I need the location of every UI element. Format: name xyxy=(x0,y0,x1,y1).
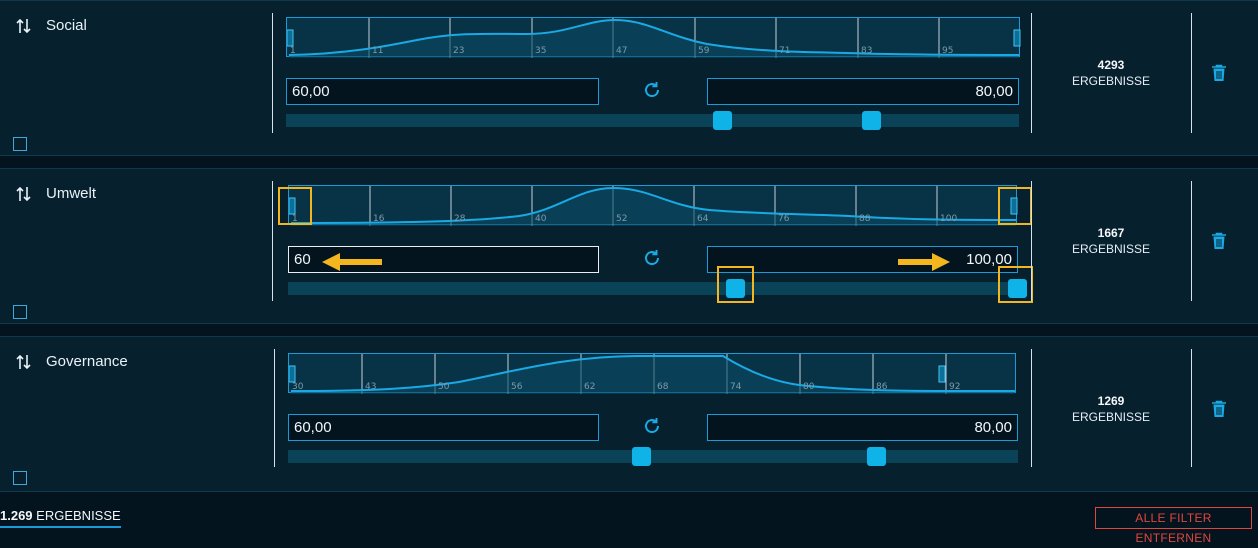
tick-label: 95 xyxy=(942,46,954,56)
tick-label: 74 xyxy=(730,382,742,392)
range-slider-max-handle[interactable] xyxy=(867,447,886,466)
histogram: 1 11 23 35 47 59 71 83 95 xyxy=(286,17,1021,58)
filter-row-umwelt: Umwelt 1 16 28 40 52 64 76 88 100 60 100… xyxy=(0,168,1258,324)
total-count-number: 1.269 xyxy=(0,508,33,523)
filter-title: Umwelt xyxy=(46,185,97,202)
histogram: 30 43 50 56 62 68 74 80 86 92 xyxy=(288,353,1016,394)
reset-icon[interactable] xyxy=(639,245,665,271)
divider xyxy=(1031,349,1032,467)
histogram: 1 16 28 40 52 64 76 88 100 xyxy=(288,185,1018,226)
range-slider-track[interactable] xyxy=(288,447,1018,466)
tick-label: 83 xyxy=(861,46,873,56)
range-slider-min-handle[interactable] xyxy=(632,447,651,466)
tick-label: 62 xyxy=(584,382,596,392)
filter-title: Governance xyxy=(46,353,128,370)
filter-row-governance: Governance 30 43 50 56 62 68 74 80 86 92… xyxy=(0,336,1258,492)
sort-icon[interactable] xyxy=(14,185,34,203)
divider xyxy=(1031,13,1032,133)
range-slider-max-handle[interactable] xyxy=(862,111,881,130)
divider xyxy=(1191,13,1192,133)
tick-label: 80 xyxy=(803,382,815,392)
total-result-count: 1.269 ERGEBNISSE xyxy=(0,508,121,528)
tick-label: 11 xyxy=(372,46,384,56)
tick-label: 71 xyxy=(779,46,791,56)
result-count-label: ERGEBNISSE xyxy=(1071,242,1151,256)
result-count: 4293 ERGEBNISSE xyxy=(1055,58,1167,88)
tick-label: 100 xyxy=(940,214,958,224)
result-count-number: 1269 xyxy=(1097,394,1125,408)
filter-checkbox[interactable] xyxy=(13,471,27,485)
arrow-left-icon xyxy=(322,253,382,271)
tick-label: 88 xyxy=(859,214,871,224)
tick-label: 28 xyxy=(454,214,466,224)
highlight-box xyxy=(717,266,754,303)
clear-all-filters-button[interactable]: ALLE FILTER ENTFERNEN xyxy=(1095,507,1252,545)
reset-icon[interactable] xyxy=(639,413,665,439)
min-value-input[interactable]: 60,00 xyxy=(288,414,599,441)
filter-title: Social xyxy=(46,17,87,34)
highlight-box xyxy=(278,187,312,225)
divider xyxy=(1191,181,1192,301)
min-value-input[interactable]: 60,00 xyxy=(286,78,599,105)
tick-label: 52 xyxy=(616,214,628,224)
tick-label: 56 xyxy=(511,382,523,392)
max-value-input[interactable]: 80,00 xyxy=(707,414,1018,441)
divider xyxy=(272,181,273,301)
divider xyxy=(1191,349,1192,467)
result-count: 1667 ERGEBNISSE xyxy=(1055,226,1167,256)
filter-checkbox[interactable] xyxy=(13,137,27,151)
filter-row-social: Social 1 11 23 35 47 59 71 83 95 60,00 8… xyxy=(0,0,1258,156)
result-count-label: ERGEBNISSE xyxy=(1071,74,1151,88)
range-slider-min-handle[interactable] xyxy=(713,111,732,130)
highlight-box xyxy=(998,266,1033,303)
tick-label: 1 xyxy=(290,46,296,56)
tick-label: 23 xyxy=(453,46,465,56)
tick-label: 92 xyxy=(949,382,961,392)
sort-icon[interactable] xyxy=(14,353,34,371)
tick-label: 50 xyxy=(438,382,450,392)
divider xyxy=(274,349,275,467)
sort-icon[interactable] xyxy=(14,17,34,35)
tick-label: 47 xyxy=(616,46,628,56)
tick-label: 76 xyxy=(778,214,790,224)
result-count-label: ERGEBNISSE xyxy=(1071,410,1151,424)
filter-checkbox[interactable] xyxy=(13,305,27,319)
trash-icon[interactable] xyxy=(1211,400,1227,418)
trash-icon[interactable] xyxy=(1211,64,1227,82)
result-count: 1269 ERGEBNISSE xyxy=(1055,394,1167,424)
divider xyxy=(1031,181,1032,301)
highlight-box xyxy=(998,187,1032,225)
result-count-number: 4293 xyxy=(1097,58,1125,72)
trash-icon[interactable] xyxy=(1211,232,1227,250)
tick-label: 86 xyxy=(876,382,888,392)
max-value-input[interactable]: 80,00 xyxy=(707,78,1019,105)
tick-label: 30 xyxy=(292,382,304,392)
tick-label: 64 xyxy=(697,214,709,224)
reset-icon[interactable] xyxy=(639,77,665,103)
tick-label: 35 xyxy=(535,46,547,56)
divider xyxy=(272,13,273,133)
tick-label: 59 xyxy=(698,46,710,56)
range-slider-track[interactable] xyxy=(286,111,1019,130)
range-slider-track[interactable] xyxy=(288,279,1027,298)
tick-label: 40 xyxy=(535,214,547,224)
tick-label: 16 xyxy=(373,214,385,224)
tick-label: 68 xyxy=(657,382,669,392)
result-count-number: 1667 xyxy=(1097,226,1125,240)
arrow-right-icon xyxy=(898,253,950,271)
tick-label: 43 xyxy=(365,382,377,392)
total-count-label: ERGEBNISSE xyxy=(36,508,121,523)
